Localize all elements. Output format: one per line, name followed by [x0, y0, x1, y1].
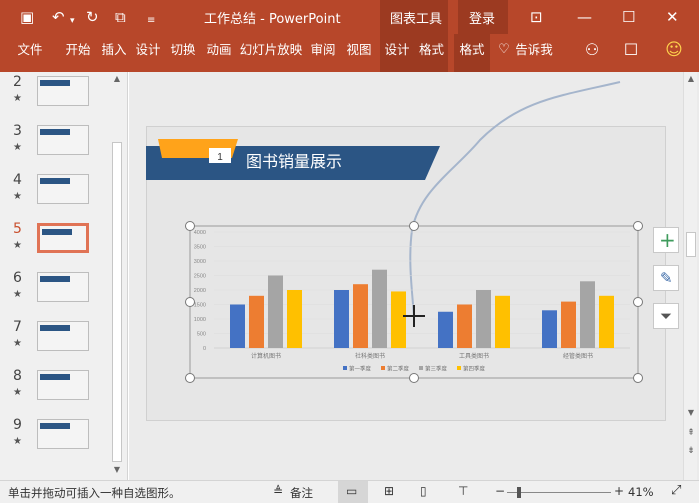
bar — [476, 290, 491, 348]
resize-handle-right[interactable] — [633, 297, 643, 307]
notes-button[interactable]: 备注 — [290, 485, 313, 501]
bar — [599, 295, 614, 348]
legend-label: 第二季度 — [387, 365, 410, 373]
zoom-in-button[interactable]: + — [614, 484, 624, 498]
zoom-slider-thumb[interactable] — [517, 487, 521, 498]
bar — [391, 291, 406, 348]
bar — [561, 301, 576, 348]
y-tick-label: 500 — [197, 332, 206, 338]
bar — [334, 290, 349, 348]
bar — [249, 295, 264, 348]
paintbrush-icon: ✎ — [660, 269, 673, 287]
normal-view-icon[interactable]: ▭ — [346, 484, 357, 498]
resize-handle-bottom-right[interactable] — [633, 373, 643, 383]
status-hint: 单击并拖动可插入一种自选图形。 — [8, 486, 181, 500]
bar — [438, 311, 453, 348]
bar — [230, 304, 245, 348]
freehand-stroke — [409, 81, 621, 317]
y-tick-label: 2000 — [194, 288, 206, 294]
bar — [372, 269, 387, 348]
reading-view-icon[interactable]: ▯ — [420, 484, 427, 498]
slideshow-view-icon[interactable]: ⊤ — [458, 484, 468, 498]
chart-elements-button[interactable]: + — [653, 227, 679, 253]
zoom-level[interactable]: 41% — [628, 485, 654, 499]
chart-filters-button[interactable]: ⏷ — [653, 303, 679, 329]
x-category-label: 计算机图书 — [251, 352, 281, 360]
legend-label: 第三季度 — [425, 365, 448, 373]
title-number: 1 — [217, 152, 223, 163]
y-tick-label: 3000 — [194, 259, 206, 265]
y-tick-label: 0 — [203, 346, 206, 352]
status-bar: 单击并拖动可插入一种自选图形。 ≜ 备注 ▭ ⊞ ▯ ⊤ − + 41% ⤢ — [0, 480, 699, 503]
slide-sorter-icon[interactable]: ⊞ — [384, 484, 394, 498]
zoom-slider-track[interactable] — [507, 492, 611, 493]
legend-label: 第一季度 — [349, 365, 372, 373]
y-tick-label: 4000 — [194, 230, 206, 236]
legend-swatch — [457, 366, 461, 370]
fit-to-window-icon[interactable]: ⤢ — [671, 483, 681, 498]
y-tick-label: 1000 — [194, 317, 206, 323]
bar — [580, 281, 595, 348]
resize-handle-left[interactable] — [185, 297, 195, 307]
bar — [287, 290, 302, 348]
chart-styles-button[interactable]: ✎ — [653, 265, 679, 291]
legend-swatch — [381, 366, 385, 370]
x-category-label: 经管类图书 — [563, 352, 593, 360]
resize-handle-top-left[interactable] — [185, 221, 195, 231]
x-category-label: 社科类图书 — [355, 352, 385, 360]
bar — [542, 310, 557, 348]
bar — [268, 275, 283, 348]
legend-label: 第四季度 — [463, 365, 486, 373]
legend-swatch — [343, 366, 347, 370]
filter-icon: ⏷ — [660, 307, 673, 325]
bar — [495, 295, 510, 348]
slide-title[interactable]: 图书销量展示 — [246, 152, 342, 171]
plus-icon: + — [659, 228, 676, 252]
resize-handle-bottom-left[interactable] — [185, 373, 195, 383]
resize-handle-bottom[interactable] — [409, 373, 419, 383]
bar — [353, 284, 368, 348]
resize-handle-top[interactable] — [409, 221, 419, 231]
y-tick-label: 1500 — [194, 303, 206, 309]
zoom-out-button[interactable]: − — [495, 484, 505, 498]
notes-icon: ≜ — [273, 484, 284, 498]
bar — [457, 304, 472, 348]
y-tick-label: 3500 — [194, 245, 206, 251]
resize-handle-top-right[interactable] — [633, 221, 643, 231]
y-tick-label: 2500 — [194, 274, 206, 280]
legend-swatch — [419, 366, 423, 370]
x-category-label: 工具类图书 — [459, 352, 489, 360]
slide-canvas: 1 图书销量展示 0 500 1000 1500 2000 2500 3000 3500 400… — [146, 81, 639, 379]
